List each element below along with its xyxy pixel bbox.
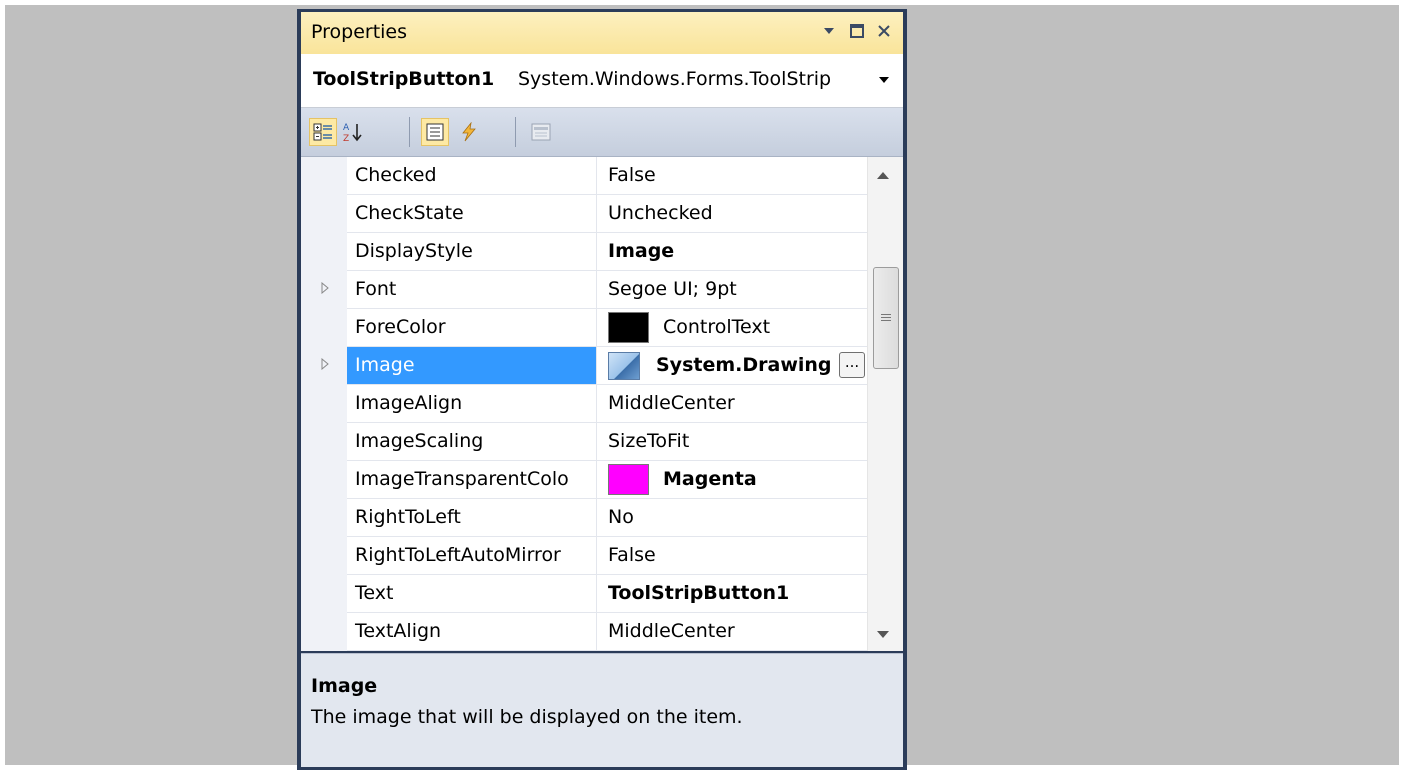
property-value[interactable]: False [598,537,867,574]
toolbar-separator [409,117,410,147]
color-swatch [608,464,649,495]
property-row[interactable]: Font Segoe UI; 9pt [321,271,867,309]
properties-window: Properties ToolStripButton1 System.Windo… [297,9,907,770]
property-name: ImageTransparentColo [347,461,597,498]
grid-gutter [301,157,347,651]
close-icon[interactable] [873,19,895,43]
property-value[interactable]: False [598,157,867,194]
property-value[interactable]: SizeToFit [598,423,867,460]
categorized-icon[interactable] [309,118,337,146]
property-row[interactable]: TextAlign MiddleCenter [347,613,867,651]
property-row-selected[interactable]: Image System.Drawing ... [321,347,867,385]
property-grid: Checked False CheckState Unchecked Displ… [301,157,903,651]
property-value[interactable]: Unchecked [598,195,867,232]
maximize-icon[interactable] [846,19,868,43]
property-name: ImageScaling [347,423,597,460]
object-selector[interactable]: ToolStripButton1 System.Windows.Forms.To… [301,54,903,108]
property-name: Checked [347,157,597,194]
property-value-text: System.Drawing [656,354,832,376]
scroll-down-icon[interactable] [877,631,889,638]
expand-arrow-icon[interactable] [321,281,329,297]
property-value[interactable]: Magenta [598,461,867,498]
property-row[interactable]: DisplayStyle Image [347,233,867,271]
chevron-down-icon[interactable] [879,71,889,87]
property-name: DisplayStyle [347,233,597,270]
property-value-text: Magenta [663,468,757,490]
property-name: RightToLeft [347,499,597,536]
object-type: System.Windows.Forms.ToolStrip [518,68,832,90]
svg-text:Z: Z [343,134,349,143]
property-value-text: ControlText [663,316,771,338]
property-row[interactable]: CheckState Unchecked [347,195,867,233]
property-row[interactable]: RightToLeftAutoMirror False [347,537,867,575]
property-name: ImageAlign [347,385,597,422]
property-value[interactable]: No [598,499,867,536]
property-row[interactable]: Text ToolStripButton1 [347,575,867,613]
image-icon [608,351,640,380]
property-value[interactable]: MiddleCenter [598,613,867,650]
grip-line [881,314,891,315]
property-value[interactable]: ControlText [598,309,867,346]
property-row[interactable]: ImageAlign MiddleCenter [347,385,867,423]
vertical-scrollbar[interactable] [867,157,903,651]
color-swatch [608,312,649,343]
description-pane: Image The image that will be displayed o… [301,653,903,767]
property-row[interactable]: RightToLeft No [347,499,867,537]
svg-text:A: A [343,123,350,133]
property-row[interactable]: Checked False [347,157,867,195]
property-row[interactable]: ForeColor ControlText [347,309,867,347]
property-name: RightToLeftAutoMirror [347,537,597,574]
property-value[interactable]: ToolStripButton1 [598,575,867,612]
property-name: Font [347,271,597,308]
ellipsis-button[interactable]: ... [839,352,865,378]
property-name: TextAlign [347,613,597,650]
property-name: ForeColor [347,309,597,346]
property-value[interactable]: System.Drawing [598,347,867,384]
properties-icon[interactable] [421,118,449,146]
property-value[interactable]: MiddleCenter [598,385,867,422]
window-position-dropdown-icon[interactable] [818,19,840,43]
scroll-up-icon[interactable] [877,172,889,179]
property-name: Text [347,575,597,612]
properties-toolbar: A Z [301,108,903,157]
property-row[interactable]: ImageTransparentColo Magenta [347,461,867,499]
title-bar[interactable]: Properties [301,12,903,54]
property-name: CheckState [347,195,597,232]
description-text: The image that will be displayed on the … [311,706,743,728]
property-value[interactable]: Segoe UI; 9pt [598,271,867,308]
window-title: Properties [311,21,408,43]
description-title: Image [311,675,378,697]
grip-line [881,320,891,321]
grip-line [881,317,891,318]
events-icon[interactable] [455,118,483,146]
property-value[interactable]: Image [598,233,867,270]
toolbar-separator [515,117,516,147]
property-pages-icon[interactable] [527,118,555,146]
property-name: Image [347,347,597,384]
object-name: ToolStripButton1 [313,68,495,90]
expand-arrow-icon[interactable] [321,357,329,373]
property-row[interactable]: ImageScaling SizeToFit [347,423,867,461]
alphabetical-icon[interactable]: A Z [339,118,367,146]
scroll-thumb[interactable] [873,267,899,369]
